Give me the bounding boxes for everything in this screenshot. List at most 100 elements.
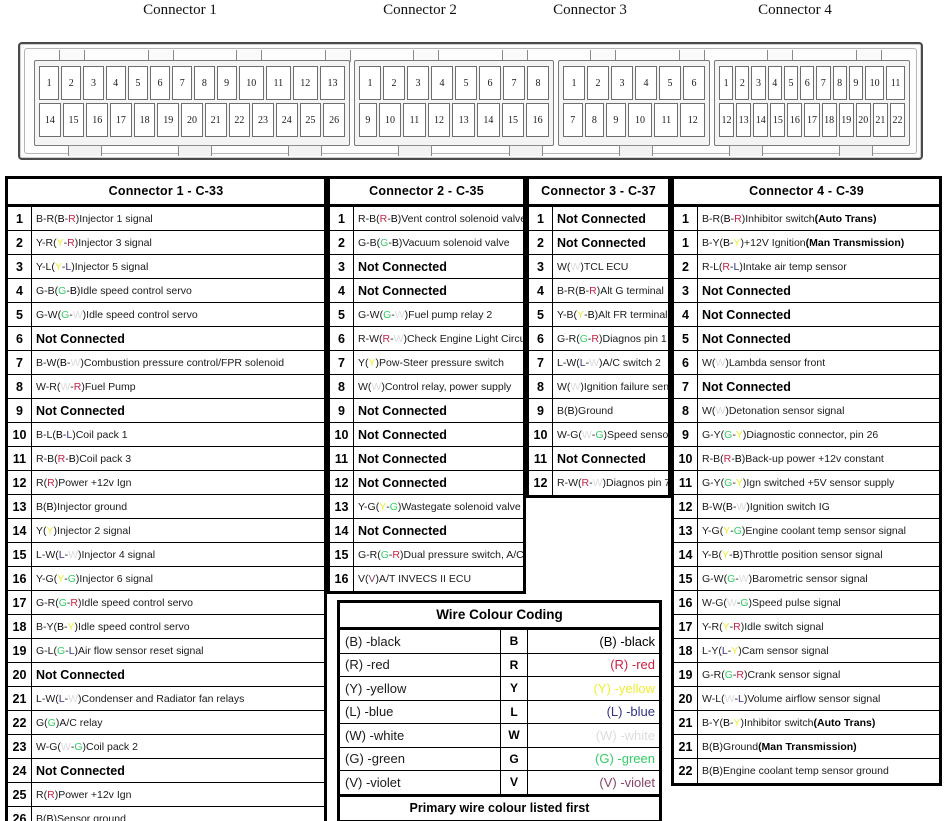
pin-cell[interactable]: 14 (39, 103, 61, 137)
pin-cell[interactable]: 8 (194, 66, 215, 100)
pin-cell[interactable]: 20 (181, 103, 203, 137)
pin-cell[interactable]: 1 (719, 66, 734, 100)
pinout-row: 1 B-R (B - R) Injector 1 signal (8, 207, 324, 231)
pin-cell[interactable]: 18 (133, 103, 156, 137)
pinout-row: 2 Y-R (Y - R) Injector 3 signal (8, 231, 324, 255)
pin-cell[interactable]: 5 (659, 66, 681, 100)
pin-cell[interactable]: 4 (105, 66, 126, 100)
pin-cell[interactable]: 2 (587, 66, 609, 100)
pin-cell[interactable]: 1 (563, 66, 585, 100)
wire-colour-Y: Y (67, 620, 75, 633)
pin-cell[interactable]: 9 (606, 103, 626, 137)
pin-cell[interactable]: 6 (479, 66, 501, 100)
pin-cell[interactable]: 8 (584, 103, 605, 137)
pin-cell[interactable]: 10 (627, 103, 653, 137)
wire-colour-B: B (390, 212, 398, 225)
pin-cell[interactable]: 12 (719, 103, 735, 137)
pin-cell[interactable]: 1 (39, 66, 60, 100)
wire-colour-W: W (726, 596, 737, 609)
wire-colour-B: B (391, 236, 399, 249)
pin-cell[interactable]: 15 (770, 103, 786, 137)
pin-cell[interactable]: 11 (403, 103, 426, 137)
pin-cell[interactable]: 21 (204, 103, 227, 137)
pin-cell[interactable]: 17 (110, 103, 132, 137)
pin-cell[interactable]: 7 (816, 66, 831, 100)
pin-cell[interactable]: 4 (767, 66, 782, 100)
pin-cell[interactable]: 11 (265, 66, 291, 100)
pinout-row: 22 G (G) A/C relay (8, 711, 324, 735)
pinout-row: 8 W (W) Control relay, power supply (330, 375, 523, 399)
pin-cell[interactable]: 10 (864, 66, 885, 100)
pin-cell[interactable]: 14 (753, 103, 769, 137)
pin-description: G (G) A/C relay (36, 716, 103, 729)
wire-colour-G: G (74, 740, 83, 753)
pin-cell[interactable]: 13 (319, 66, 346, 100)
pin-cell[interactable]: 25 (299, 103, 322, 137)
pin-cell[interactable]: 24 (275, 103, 298, 137)
pin-cell[interactable]: 2 (383, 66, 405, 100)
pinout-table-header: Connector 1 - C-33 (8, 179, 324, 207)
pin-cell[interactable]: 19 (838, 103, 854, 137)
pin-cell[interactable]: 4 (635, 66, 657, 100)
pin-cell[interactable]: 9 (216, 66, 237, 100)
pin-cell[interactable]: 12 (427, 103, 451, 137)
wire-colour-B: B (587, 308, 595, 321)
pin-cell[interactable]: 6 (683, 66, 705, 100)
pin-cell[interactable]: 1 (359, 66, 381, 100)
pin-cell[interactable]: 10 (238, 66, 264, 100)
pin-cell[interactable]: 4 (431, 66, 453, 100)
pin-cell[interactable]: 6 (800, 66, 815, 100)
pin-not-connected: Not Connected (557, 211, 646, 226)
pin-cell[interactable]: 7 (503, 66, 525, 100)
pin-cell[interactable]: 11 (654, 103, 679, 137)
wire-colour-R: R (68, 212, 76, 225)
pin-cell[interactable]: 23 (252, 103, 274, 137)
pin-cell[interactable]: 16 (787, 103, 803, 137)
pin-cell[interactable]: 26 (323, 103, 345, 137)
pin-cell[interactable]: 15 (62, 103, 85, 137)
pin-cell[interactable]: 13 (736, 103, 752, 137)
pin-cell[interactable]: 7 (563, 103, 583, 137)
pin-cell[interactable]: 8 (527, 66, 549, 100)
pin-cell[interactable]: 16 (526, 103, 550, 137)
pin-cell[interactable]: 14 (477, 103, 500, 137)
pinout-row: 3 Not Connected (674, 279, 939, 303)
pin-row-top: 123456 (563, 66, 705, 100)
pin-cell[interactable]: 9 (359, 103, 377, 137)
pin-cell[interactable]: 7 (172, 66, 193, 100)
pin-cell[interactable]: 5 (455, 66, 477, 100)
pin-number: 12 (674, 495, 698, 518)
pin-cell[interactable]: 21 (872, 103, 888, 137)
pin-cell[interactable]: 2 (735, 66, 750, 100)
pin-cell[interactable]: 13 (452, 103, 475, 137)
pin-cell[interactable]: 20 (855, 103, 871, 137)
pin-cell[interactable]: 6 (149, 66, 171, 100)
pin-cell[interactable]: 16 (86, 103, 109, 137)
pin-cell[interactable]: 3 (83, 66, 104, 100)
pin-cell[interactable]: 3 (407, 66, 429, 100)
pin-cell[interactable]: 22 (228, 103, 251, 137)
pin-cell[interactable]: 10 (378, 103, 402, 137)
pin-cell[interactable]: 5 (783, 66, 799, 100)
pin-cell[interactable]: 12 (292, 66, 318, 100)
pin-cell[interactable]: 5 (127, 66, 148, 100)
pin-cell[interactable]: 12 (680, 103, 706, 137)
wire-colour-G: G (383, 308, 392, 321)
pin-cell[interactable]: 8 (832, 66, 847, 100)
pin-cell[interactable]: 3 (751, 66, 766, 100)
pin-cell[interactable]: 19 (157, 103, 180, 137)
pinout-row: 6 R-W (R - W) Check Engine Light Circuit (330, 327, 523, 351)
pin-cell[interactable]: 3 (611, 66, 633, 100)
connector-title-2: Connector 2 (383, 2, 457, 18)
pin-cell[interactable]: 9 (848, 66, 863, 100)
pin-cell[interactable]: 22 (889, 103, 906, 137)
legend-colour-name: (R) -red (345, 657, 390, 673)
legend-colour-name: (Y) -yellow (345, 680, 407, 696)
pin-cell[interactable]: 2 (61, 66, 82, 100)
pin-cell[interactable]: 15 (501, 103, 525, 137)
pin-description: G-Y (G - Y) Ign switched +5V sensor supply (702, 476, 895, 489)
pin-cell[interactable]: 17 (804, 103, 820, 137)
pin-cell[interactable]: 11 (886, 66, 906, 100)
pin-cell[interactable]: 18 (821, 103, 837, 137)
pinout-row: 25 R (R) Power +12v Ign (8, 783, 324, 807)
